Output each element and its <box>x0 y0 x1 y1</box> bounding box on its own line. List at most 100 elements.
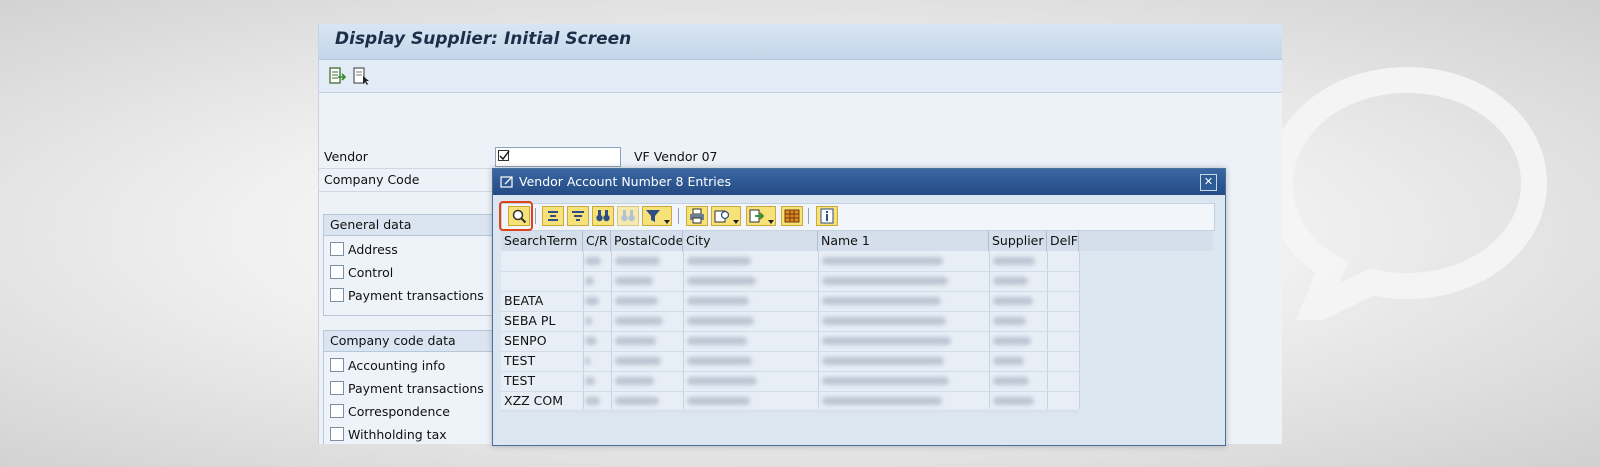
checkbox-withholding-tax[interactable]: Withholding tax <box>330 427 447 442</box>
redacted-cell <box>687 357 752 365</box>
redacted-cell <box>822 377 949 385</box>
checkbox-box <box>330 427 344 441</box>
redacted-cell <box>585 337 597 345</box>
print-button[interactable] <box>686 206 708 226</box>
cell-searchterm: BEATA <box>504 293 544 308</box>
redacted-cell <box>993 257 1035 265</box>
checkbox-icon <box>498 150 510 161</box>
redacted-cell <box>687 277 756 285</box>
table-row[interactable]: TEST <box>501 351 1079 372</box>
checkbox-control[interactable]: Control <box>330 265 393 280</box>
redacted-cell <box>615 397 659 405</box>
redacted-cell <box>822 397 942 405</box>
column-header-searchterm[interactable]: SearchTerm <box>501 231 583 251</box>
filter-button[interactable] <box>642 206 672 226</box>
vendor-input[interactable] <box>495 147 621 167</box>
redacted-cell <box>687 317 754 325</box>
redacted-cell <box>993 357 1024 365</box>
dialog-titlebar[interactable]: Vendor Account Number 8 Entries ✕ <box>493 169 1225 195</box>
checkbox-box <box>330 404 344 418</box>
view-icon <box>714 210 730 223</box>
redacted-cell <box>822 257 943 265</box>
checkbox-box <box>330 358 344 372</box>
checkbox-accounting-info[interactable]: Accounting info <box>330 358 445 373</box>
company-code-data-group: Company code data Accounting info Paymen… <box>323 330 505 444</box>
table-row[interactable]: TEST <box>501 371 1079 392</box>
redacted-cell <box>615 297 658 305</box>
redacted-cell <box>615 277 653 285</box>
sort-ascending-button[interactable] <box>542 206 564 226</box>
cell-searchterm: SENPO <box>504 333 547 348</box>
company-code-data-title: Company code data <box>324 331 504 352</box>
find-button[interactable] <box>592 206 614 226</box>
cell-searchterm: SEBA PL <box>504 313 556 328</box>
redacted-cell <box>615 337 656 345</box>
screen-titlebar: Display Supplier: Initial Screen <box>319 24 1282 60</box>
export-button[interactable] <box>746 206 776 226</box>
redacted-cell <box>993 277 1028 285</box>
table-row[interactable]: SENPO <box>501 331 1079 352</box>
redacted-cell <box>615 377 654 385</box>
table-row[interactable]: XZZ COM <box>501 391 1079 412</box>
redacted-cell <box>993 377 1029 385</box>
column-header-supplier[interactable]: Supplier <box>989 231 1047 251</box>
checkbox-address[interactable]: Address <box>330 242 398 257</box>
redacted-cell <box>585 357 590 365</box>
info-icon <box>820 208 834 224</box>
application-toolbar <box>319 60 1282 93</box>
column-header-name1[interactable]: Name 1 <box>818 231 989 251</box>
general-data-group: General data Address Control Payment tra… <box>323 214 505 316</box>
info-button[interactable] <box>816 206 838 226</box>
redacted-cell <box>585 397 600 405</box>
filter-icon <box>646 210 660 222</box>
checkbox-payment-transactions-company[interactable]: Payment transactions <box>330 381 484 396</box>
redacted-cell <box>822 337 951 345</box>
close-button[interactable]: ✕ <box>1200 174 1217 191</box>
redacted-cell <box>615 257 660 265</box>
view-button[interactable] <box>711 206 741 226</box>
column-header-delf[interactable]: DelF <box>1047 231 1079 251</box>
vendor-name-value: VF Vendor 07 <box>634 149 718 164</box>
export-icon <box>749 209 765 223</box>
redacted-cell <box>687 397 750 405</box>
select-document-icon[interactable] <box>351 66 371 86</box>
column-header-cr[interactable]: C/R <box>583 231 611 251</box>
checkbox-box <box>330 381 344 395</box>
sort-descending-icon <box>572 211 584 221</box>
table-row[interactable]: SEBA PL <box>501 311 1079 332</box>
close-icon: ✕ <box>1203 175 1214 188</box>
redacted-cell <box>993 297 1033 305</box>
dialog-toolbar <box>501 203 1215 231</box>
table-row[interactable]: BEATA <box>501 291 1079 312</box>
column-header-city[interactable]: City <box>683 231 818 251</box>
dialog-title: Vendor Account Number 8 Entries <box>519 174 731 189</box>
checkbox-box <box>330 288 344 302</box>
sort-descending-button[interactable] <box>567 206 589 226</box>
redacted-cell <box>822 317 946 325</box>
sort-ascending-icon <box>548 211 558 221</box>
cell-searchterm: TEST <box>504 373 536 388</box>
cell-searchterm <box>501 271 580 291</box>
table-row[interactable] <box>501 251 1079 272</box>
speech-bubble-icon <box>1266 66 1548 320</box>
redacted-cell <box>687 337 747 345</box>
redacted-cell <box>585 277 594 285</box>
column-header-postalcode[interactable]: PostalCode <box>611 231 683 251</box>
highlight-box <box>499 201 533 231</box>
find-next-button[interactable] <box>617 206 639 226</box>
checkbox-correspondence[interactable]: Correspondence <box>330 404 450 419</box>
redacted-cell <box>585 317 592 325</box>
table-icon <box>784 209 800 223</box>
toolbar-separator <box>808 208 809 224</box>
display-document-icon[interactable] <box>327 66 347 86</box>
redacted-cell <box>822 297 941 305</box>
redacted-cell <box>687 257 751 265</box>
printer-icon <box>690 208 704 224</box>
cell-searchterm: TEST <box>504 353 536 368</box>
checkbox-payment-transactions-general[interactable]: Payment transactions <box>330 288 484 303</box>
redacted-cell <box>687 377 757 385</box>
vendor-label: Vendor <box>324 149 368 164</box>
toolbar-separator <box>678 208 679 224</box>
layout-button[interactable] <box>781 206 803 226</box>
table-row[interactable] <box>501 271 1079 292</box>
